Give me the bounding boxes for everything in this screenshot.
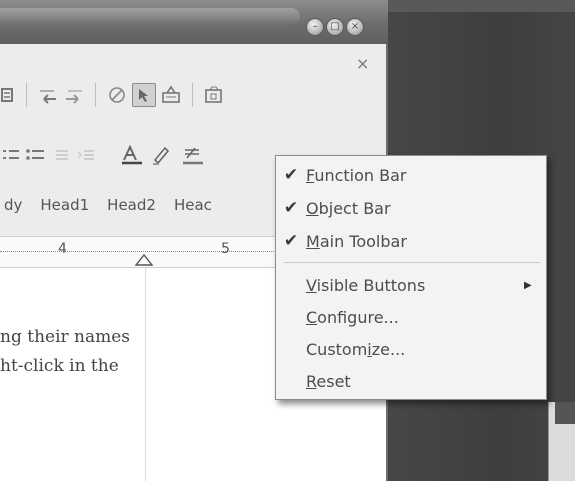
menu-item-customize[interactable]: Customize... (276, 334, 546, 364)
menu-item-label: Visible Buttons (306, 275, 426, 295)
undo-icon[interactable] (35, 82, 61, 108)
menu-item-label: Main Toolbar (306, 231, 407, 251)
menu-item-label: Configure... (306, 307, 399, 327)
toolbar-separator (95, 83, 96, 107)
menu-item-label: Reset (306, 371, 351, 391)
menu-item-visible-buttons[interactable]: Visible Buttons ▶ (276, 270, 546, 300)
redo-icon[interactable] (61, 82, 87, 108)
checkmark-icon: ✔ (283, 198, 299, 218)
gallery-icon[interactable] (201, 82, 227, 108)
decrease-indent-icon[interactable] (48, 142, 74, 168)
font-color-icon[interactable] (117, 142, 147, 168)
styles-bar: dy Head1 Head2 Heac (0, 192, 230, 218)
object-toolbar (0, 140, 207, 170)
toolbar-context-menu: ✔ Function Bar ✔ Object Bar ✔ Main Toolb… (275, 155, 547, 400)
function-toolbar (0, 80, 227, 110)
background-window-titlebar[interactable] (555, 402, 575, 424)
maximize-icon[interactable]: □ (326, 18, 344, 36)
toolbar-separator (192, 83, 193, 107)
toolbar-separator (108, 143, 109, 167)
menu-item-reset[interactable]: Reset (276, 366, 546, 396)
submenu-arrow-icon: ▶ (524, 279, 532, 291)
close-window-icon[interactable]: × (346, 18, 364, 36)
menu-item-label: Function Bar (306, 165, 407, 185)
numbering-icon[interactable] (0, 142, 22, 168)
menu-item-label: Object Bar (306, 198, 391, 218)
menu-item-label: Customize... (306, 339, 406, 359)
style-head2[interactable]: Head2 (107, 196, 156, 214)
toolbar-separator (26, 83, 27, 107)
paste-icon[interactable] (0, 82, 18, 108)
indent-marker-icon[interactable] (135, 253, 153, 266)
checkmark-icon: ✔ (283, 231, 299, 251)
document-text-line: ng their names (0, 327, 131, 347)
menu-separator (284, 262, 540, 263)
highlighting-icon[interactable] (147, 142, 177, 168)
ruler-number-5: 5 (221, 241, 230, 257)
draw-functions-icon[interactable] (130, 82, 158, 108)
style-head1[interactable]: Head1 (40, 196, 89, 214)
document-text-line: ht-click in the (0, 356, 119, 376)
titlebar-shine (0, 8, 300, 26)
minimize-icon[interactable]: – (306, 18, 324, 36)
ruler-number-4: 4 (58, 241, 67, 257)
increase-indent-icon[interactable] (74, 142, 100, 168)
checkmark-icon: ✔ (283, 165, 299, 185)
page-margin-line (145, 268, 146, 481)
menu-item-object-bar[interactable]: ✔ Object Bar (276, 193, 546, 223)
navigator-icon[interactable] (158, 82, 184, 108)
menu-item-main-toolbar[interactable]: ✔ Main Toolbar (276, 226, 546, 256)
style-head3[interactable]: Heac (174, 196, 212, 214)
no-entry-icon[interactable] (104, 82, 130, 108)
menu-item-function-bar[interactable]: ✔ Function Bar (276, 160, 546, 190)
bullets-icon[interactable] (22, 142, 48, 168)
style-body[interactable]: dy (4, 196, 22, 214)
desktop-top-strip (388, 0, 575, 12)
close-document-icon[interactable]: × (356, 54, 369, 73)
menu-item-configure[interactable]: Configure... (276, 302, 546, 332)
background-color-icon[interactable] (177, 142, 207, 168)
